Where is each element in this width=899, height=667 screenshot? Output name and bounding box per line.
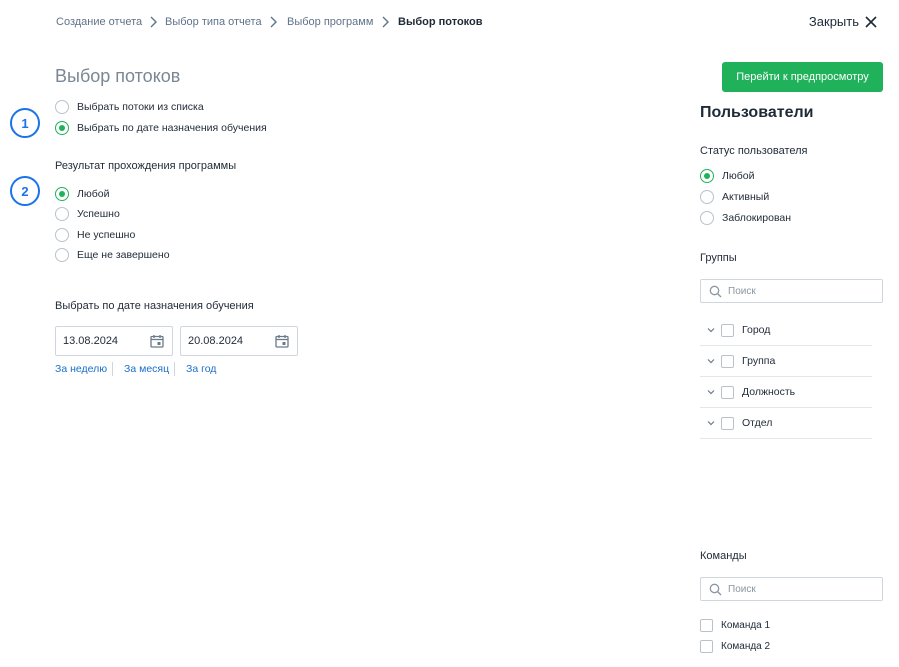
status-option-label: Активный [722,191,770,203]
status-option-any[interactable]: Любой [700,169,754,183]
group-tree-label: Группа [742,355,776,367]
source-option-date[interactable]: Выбрать по дате назначения обучения [55,121,267,135]
source-option-label: Выбрать потоки из списка [77,101,204,113]
group-tree-label: Отдел [742,417,773,429]
radio-button[interactable] [55,100,69,114]
status-option-blocked[interactable]: Заблокирован [700,211,791,225]
checkbox[interactable] [700,619,713,632]
quick-range-month[interactable]: За месяц [124,363,169,375]
page-title: Выбор потоков [55,66,181,86]
team-item[interactable]: Команда 1 [700,619,770,632]
result-option-label: Еще не завершено [77,249,170,261]
teams-label: Команды [700,550,747,562]
checkbox[interactable] [721,385,734,399]
status-option-active[interactable]: Активный [700,190,769,204]
step-marker-2: 2 [10,176,40,206]
status-option-label: Любой [722,170,755,182]
teams-search-input[interactable] [728,583,868,595]
result-option-not-finished[interactable]: Еще не завершено [55,248,170,262]
team-item[interactable]: Команда 2 [700,640,770,653]
close-icon [865,15,877,28]
sidebar-title: Пользователи [700,104,814,121]
groups-search[interactable] [700,279,883,303]
radio-button[interactable] [55,248,69,262]
checkbox[interactable] [721,323,734,337]
search-icon [709,285,722,297]
groups-label: Группы [700,252,737,264]
date-from-input[interactable]: 13.08.2024 [55,326,173,356]
breadcrumb-item-programs[interactable]: Выбор программ [287,16,373,28]
groups-search-input[interactable] [728,285,868,297]
result-option-any[interactable]: Любой [55,187,109,201]
preview-button[interactable]: Перейти к предпросмотру [722,62,883,92]
chevron-right-icon [150,16,157,28]
date-to-value: 20.08.2024 [188,335,244,347]
radio-button[interactable] [55,228,69,242]
group-tree-item-city[interactable]: Город [700,315,872,346]
source-option-list[interactable]: Выбрать потоки из списка [55,100,204,114]
result-option-label: Успешно [77,208,120,220]
radio-button[interactable] [55,187,69,201]
status-option-label: Заблокирован [722,212,792,224]
team-label: Команда 1 [721,620,771,631]
source-option-label: Выбрать по дате назначения обучения [77,122,267,134]
result-option-label: Любой [77,188,110,200]
close-button[interactable]: Закрыть [809,14,877,29]
search-icon [709,583,722,595]
result-option-failed[interactable]: Не успешно [55,228,135,242]
checkbox[interactable] [721,416,734,430]
breadcrumb-item-report-create[interactable]: Создание отчета [56,16,142,28]
quick-range-year[interactable]: За год [186,363,216,375]
group-tree-item-group[interactable]: Группа [700,346,872,377]
user-status-label: Статус пользователя [700,145,808,157]
breadcrumb-item-report-type[interactable]: Выбор типа отчета [165,16,262,28]
result-section-label: Результат прохождения программы [55,160,237,172]
date-from-value: 13.08.2024 [63,335,119,347]
group-tree-label: Должность [742,386,796,398]
date-section-label: Выбрать по дате назначения обучения [55,300,254,312]
group-tree-label: Город [742,324,771,336]
chevron-down-icon[interactable] [706,387,716,397]
date-to-input[interactable]: 20.08.2024 [180,326,298,356]
chevron-right-icon [382,16,389,28]
calendar-icon[interactable] [150,334,164,348]
quick-range-week[interactable]: За неделю [55,363,107,375]
chevron-down-icon[interactable] [706,418,716,428]
checkbox[interactable] [700,640,713,653]
chevron-right-icon [270,16,277,28]
radio-button[interactable] [700,190,714,204]
divider [174,362,175,376]
divider [112,362,113,376]
result-option-success[interactable]: Успешно [55,207,120,221]
breadcrumb-item-current: Выбор потоков [398,16,483,28]
chevron-down-icon[interactable] [706,325,716,335]
radio-button[interactable] [55,121,69,135]
radio-button[interactable] [700,169,714,183]
result-option-label: Не успешно [77,229,136,241]
close-label: Закрыть [808,14,859,29]
radio-button[interactable] [55,207,69,221]
teams-search[interactable] [700,577,883,601]
calendar-icon[interactable] [275,334,289,348]
chevron-down-icon[interactable] [706,356,716,366]
group-tree-item-department[interactable]: Отдел [700,408,872,439]
group-tree-item-position[interactable]: Должность [700,377,872,408]
step-marker-1: 1 [10,108,40,138]
radio-button[interactable] [700,211,714,225]
checkbox[interactable] [721,354,734,368]
team-label: Команда 2 [721,641,771,652]
